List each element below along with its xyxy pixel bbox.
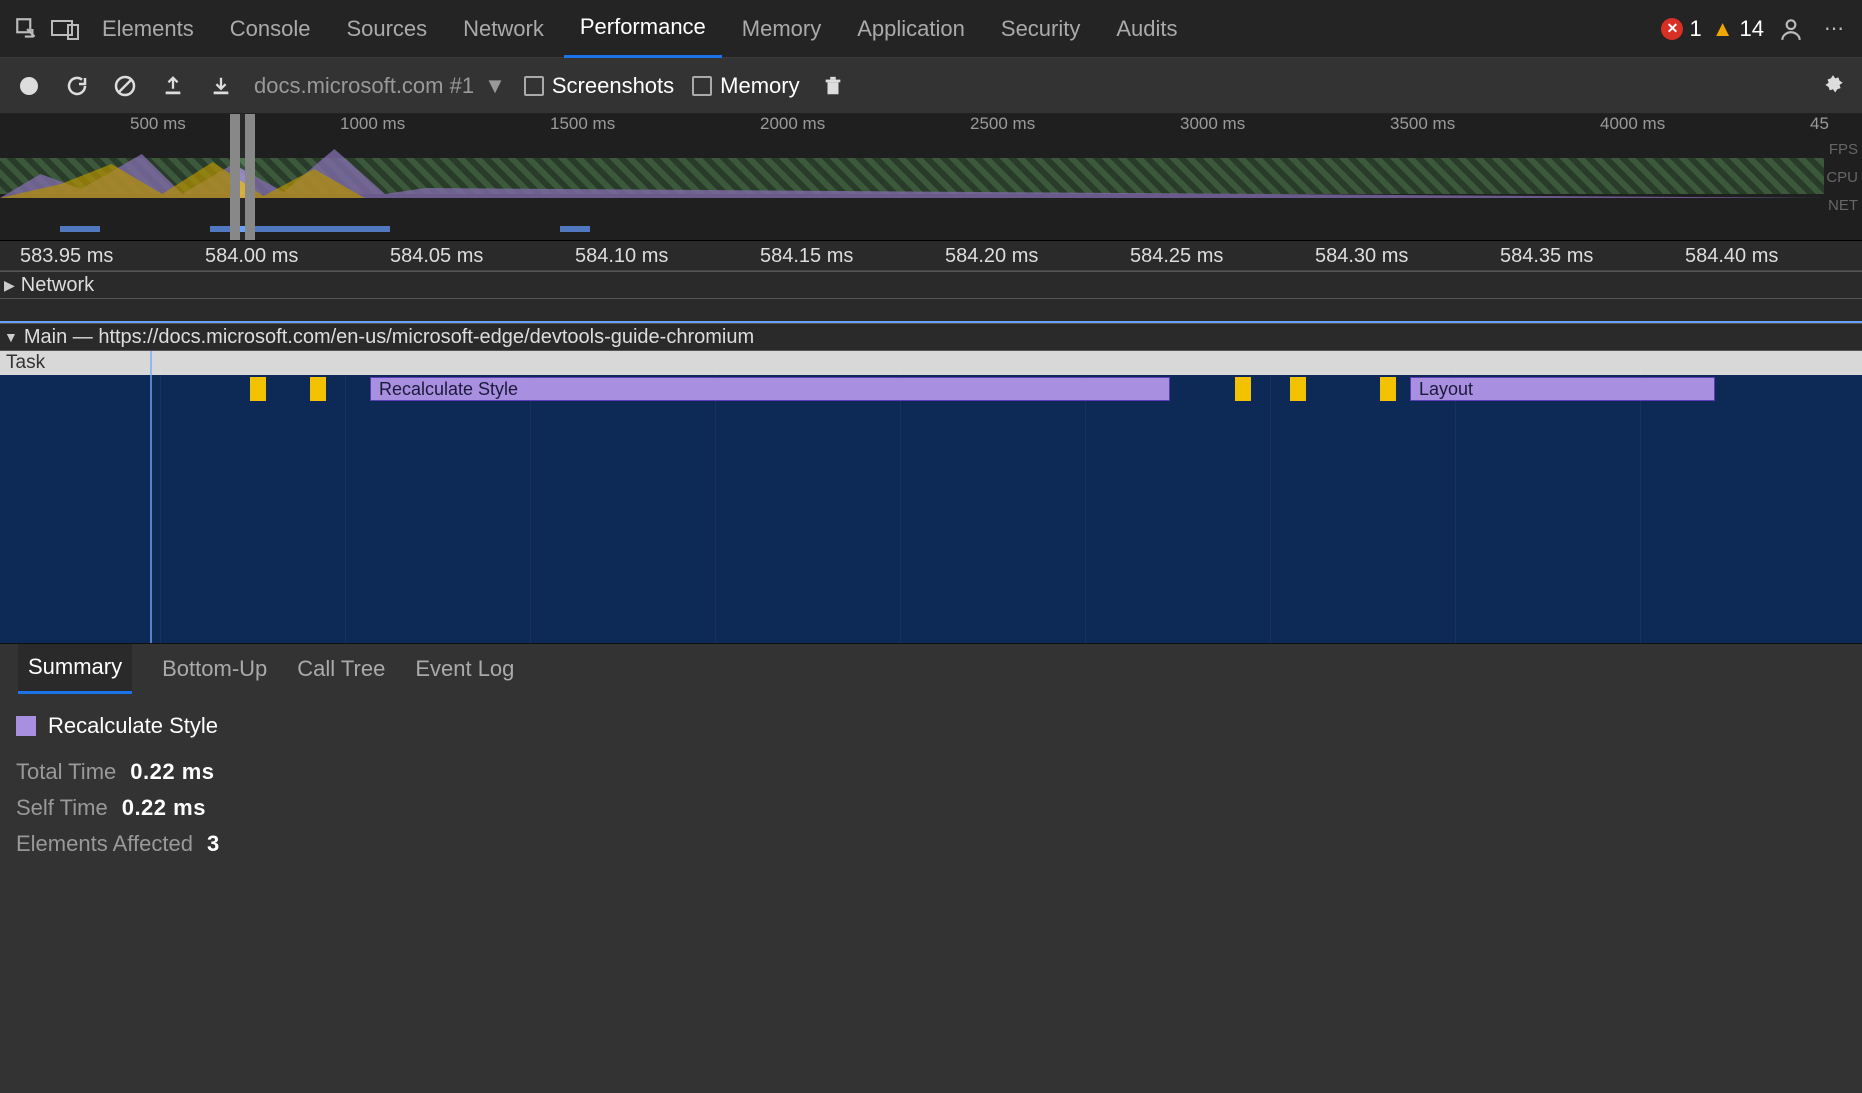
flame-row: Recalculate Style Layout xyxy=(0,377,1862,403)
feedback-icon[interactable] xyxy=(1774,12,1808,46)
summary-label: Self Time xyxy=(16,795,108,821)
detail-tab-bottom-up[interactable]: Bottom-Up xyxy=(162,644,267,694)
overview-handle-right[interactable] xyxy=(245,114,255,240)
overview-handle-left[interactable] xyxy=(230,114,240,240)
clear-button[interactable] xyxy=(110,71,140,101)
detail-tab-call-tree[interactable]: Call Tree xyxy=(297,644,385,694)
inspect-element-icon[interactable] xyxy=(10,12,44,46)
track-separator xyxy=(0,299,1862,323)
tab-security[interactable]: Security xyxy=(985,0,1096,58)
tab-network[interactable]: Network xyxy=(447,0,560,58)
devtools-main-tabs: Elements Console Sources Network Perform… xyxy=(0,0,1862,58)
task-bar[interactable]: Task xyxy=(0,351,1862,375)
error-icon: ✕ xyxy=(1661,18,1683,40)
summary-event-name: Recalculate Style xyxy=(48,713,218,739)
summary-value: 3 xyxy=(207,831,220,857)
summary-value: 0.22 ms xyxy=(122,795,206,821)
dropdown-icon: ▼ xyxy=(484,73,506,99)
reload-record-button[interactable] xyxy=(62,71,92,101)
main-track-header[interactable]: ▼ Main — https://docs.microsoft.com/en-u… xyxy=(0,323,1862,351)
detail-tab-event-log[interactable]: Event Log xyxy=(415,644,514,694)
recording-title: docs.microsoft.com #1 xyxy=(254,73,474,99)
flame-event-script[interactable] xyxy=(1380,377,1396,401)
ruler-tick: 583.95 ms xyxy=(20,245,113,268)
flame-event-script[interactable] xyxy=(1290,377,1306,401)
flame-event-script[interactable] xyxy=(250,377,266,401)
flame-event-layout[interactable]: Layout xyxy=(1410,377,1715,401)
tab-memory[interactable]: Memory xyxy=(726,0,837,58)
screenshots-checkbox[interactable]: Screenshots xyxy=(524,73,674,99)
flame-event-recalculate-style[interactable]: Recalculate Style xyxy=(370,377,1170,401)
detail-panel-tabs: Summary Bottom-Up Call Tree Event Log xyxy=(0,643,1862,693)
detail-tab-summary[interactable]: Summary xyxy=(18,644,132,694)
checkbox-icon xyxy=(692,76,712,96)
summary-label: Elements Affected xyxy=(16,831,193,857)
record-button[interactable] xyxy=(14,71,44,101)
tab-audits[interactable]: Audits xyxy=(1100,0,1193,58)
performance-toolbar: docs.microsoft.com #1 ▼ Screenshots Memo… xyxy=(0,58,1862,114)
garbage-collect-button[interactable] xyxy=(818,71,848,101)
warning-count: 14 xyxy=(1740,16,1764,42)
ruler-tick: 584.30 ms xyxy=(1315,245,1408,268)
summary-row-total-time: Total Time 0.22 ms xyxy=(16,759,1846,785)
warning-count-badge[interactable]: ▲ 14 xyxy=(1712,16,1764,42)
main-track-label: Main — https://docs.microsoft.com/en-us/… xyxy=(24,326,754,349)
ruler-tick: 584.20 ms xyxy=(945,245,1038,268)
network-track-header[interactable]: ▶ Network xyxy=(0,271,1862,299)
tab-console[interactable]: Console xyxy=(214,0,327,58)
ruler-tick: 584.05 ms xyxy=(390,245,483,268)
detail-time-ruler[interactable]: 583.95 ms 584.00 ms 584.05 ms 584.10 ms … xyxy=(0,241,1862,271)
load-profile-button[interactable] xyxy=(158,71,188,101)
recording-selector[interactable]: docs.microsoft.com #1 ▼ xyxy=(254,73,506,99)
checkbox-icon xyxy=(524,76,544,96)
ruler-tick: 584.15 ms xyxy=(760,245,853,268)
expand-icon: ▶ xyxy=(4,277,15,294)
more-menu-icon[interactable]: ⋯ xyxy=(1818,12,1852,46)
summary-label: Total Time xyxy=(16,759,116,785)
summary-color-swatch xyxy=(16,716,36,736)
overview-timeline[interactable]: 500 ms 1000 ms 1500 ms 2000 ms 2500 ms 3… xyxy=(0,114,1862,241)
save-profile-button[interactable] xyxy=(206,71,236,101)
ruler-tick: 584.00 ms xyxy=(205,245,298,268)
tab-performance[interactable]: Performance xyxy=(564,0,722,58)
overview-mask-left xyxy=(0,114,230,240)
memory-label: Memory xyxy=(720,73,799,99)
memory-checkbox[interactable]: Memory xyxy=(692,73,799,99)
ruler-tick: 584.35 ms xyxy=(1500,245,1593,268)
error-count: 1 xyxy=(1689,16,1701,42)
flame-event-script[interactable] xyxy=(310,377,326,401)
summary-row-elements-affected: Elements Affected 3 xyxy=(16,831,1846,857)
error-count-badge[interactable]: ✕ 1 xyxy=(1661,16,1701,42)
warning-icon: ▲ xyxy=(1712,16,1734,42)
main-flame-chart[interactable]: Task Recalculate Style Layout xyxy=(0,351,1862,643)
summary-panel: Recalculate Style Total Time 0.22 ms Sel… xyxy=(0,693,1862,1093)
overview-mask-right xyxy=(255,114,1862,240)
ruler-tick: 584.40 ms xyxy=(1685,245,1778,268)
tab-sources[interactable]: Sources xyxy=(330,0,443,58)
tab-elements[interactable]: Elements xyxy=(86,0,210,58)
summary-value: 0.22 ms xyxy=(130,759,214,785)
ruler-tick: 584.25 ms xyxy=(1130,245,1223,268)
collapse-icon: ▼ xyxy=(4,329,18,345)
summary-row-self-time: Self Time 0.22 ms xyxy=(16,795,1846,821)
top-right-status: ✕ 1 ▲ 14 ⋯ xyxy=(1661,12,1852,46)
summary-title-row: Recalculate Style xyxy=(16,713,1846,739)
screenshots-label: Screenshots xyxy=(552,73,674,99)
ruler-tick: 584.10 ms xyxy=(575,245,668,268)
device-toolbar-icon[interactable] xyxy=(48,12,82,46)
network-track-label: Network xyxy=(21,274,94,297)
flame-event-script[interactable] xyxy=(1235,377,1251,401)
tab-application[interactable]: Application xyxy=(841,0,981,58)
capture-settings-icon[interactable] xyxy=(1818,71,1848,101)
